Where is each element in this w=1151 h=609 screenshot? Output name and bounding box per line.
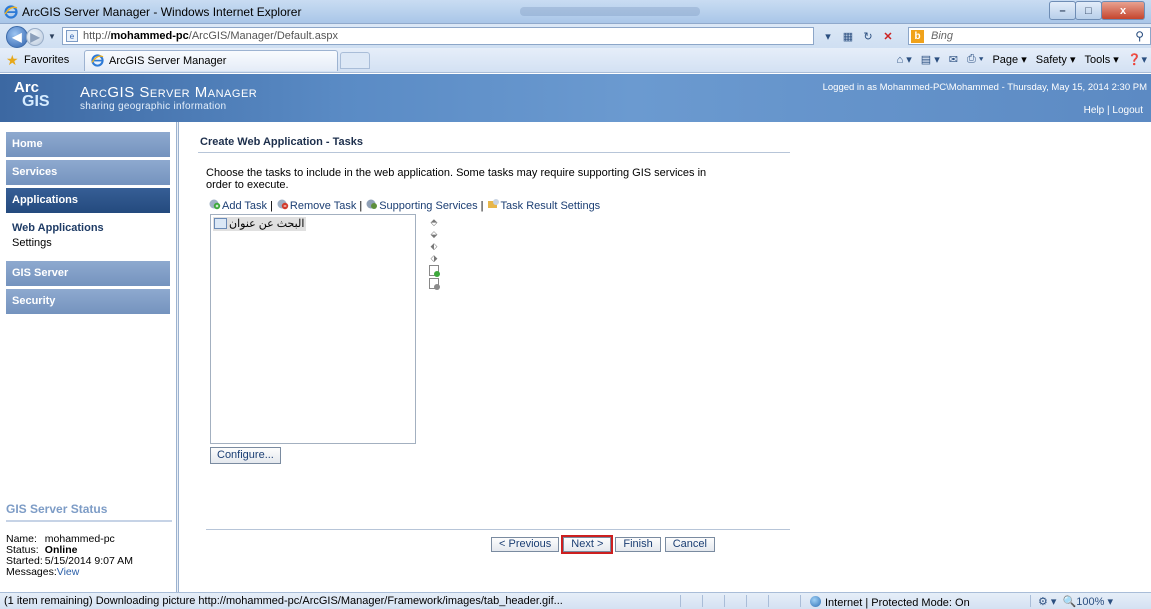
app-tagline: sharing geographic information: [80, 101, 227, 112]
remove-document-icon[interactable]: [429, 278, 440, 290]
help-link[interactable]: Help: [1084, 105, 1105, 116]
cancel-button[interactable]: Cancel: [664, 537, 715, 552]
favorites-star-icon[interactable]: ★: [6, 52, 19, 69]
page-description: Choose the tasks to include in the web a…: [206, 167, 707, 191]
print-icon[interactable]: ⎙ ▾: [967, 53, 983, 66]
globe-icon: [810, 596, 821, 607]
tab-arcgis-server-manager[interactable]: ArcGIS Server Manager: [84, 50, 338, 71]
dropdown-arrow-icon[interactable]: ▾: [820, 28, 836, 44]
nav-security[interactable]: Security: [6, 289, 170, 314]
feeds-icon[interactable]: ▤ ▾: [921, 53, 940, 66]
task-toolbar: Add Task | Remove Task | Supporting Services…: [208, 197, 600, 212]
search-box[interactable]: b Bing ⚲: [908, 27, 1151, 45]
nav-home[interactable]: Home: [6, 132, 170, 157]
internet-explorer-icon: [4, 5, 18, 19]
task-result-settings-link[interactable]: Task Result Settings: [501, 200, 601, 212]
status-heading: GIS Server Status: [6, 502, 108, 516]
task-icon: [214, 218, 227, 229]
blurred-title-region: [520, 7, 700, 16]
applications-subnav: Web Applications Settings: [6, 216, 170, 255]
add-task-icon: [209, 199, 221, 210]
logout-link[interactable]: Logout: [1112, 105, 1143, 116]
subnav-web-applications[interactable]: Web Applications: [12, 222, 164, 234]
internet-explorer-icon: [91, 54, 104, 67]
app-title: ArcGIS Server Manager: [80, 84, 258, 101]
move-down-icon[interactable]: ⬖: [429, 241, 439, 251]
security-zone[interactable]: Internet | Protected Mode: On: [810, 595, 970, 609]
page-menu[interactable]: Page ▾: [992, 53, 1026, 66]
task-label: البحث عن عنوان: [229, 218, 305, 230]
arcgis-logo: Arc GIS: [14, 79, 50, 110]
nav-gis-server[interactable]: GIS Server: [6, 261, 170, 286]
list-order-controls: ⬘ ⬙ ⬖ ⬗: [429, 217, 441, 290]
zoom-control[interactable]: ⚙ ▾ 🔍100% ▾: [1038, 595, 1113, 608]
task-result-settings-icon: [487, 199, 499, 208]
subnav-settings[interactable]: Settings: [12, 237, 164, 249]
refresh-icon[interactable]: ↻: [860, 28, 876, 44]
footer-divider: [206, 529, 790, 531]
stop-icon[interactable]: ✕: [880, 28, 896, 44]
move-up-icon[interactable]: ⬙: [429, 229, 439, 239]
tab-label: ArcGIS Server Manager: [109, 55, 227, 67]
minimize-button[interactable]: –: [1049, 1, 1076, 20]
task-list[interactable]: البحث عن عنوان: [210, 214, 416, 444]
close-window-button[interactable]: x: [1101, 1, 1145, 20]
forward-button[interactable]: ▶: [26, 28, 44, 46]
bing-icon: b: [911, 30, 924, 43]
nav-divider: [176, 122, 179, 592]
compatibility-view-icon[interactable]: ▦: [840, 28, 856, 44]
back-button[interactable]: ◀: [6, 26, 28, 48]
search-icon[interactable]: ⚲: [1135, 29, 1144, 43]
window-controls: – □ x: [1049, 1, 1145, 20]
add-task-link[interactable]: Add Task: [222, 200, 267, 212]
previous-button[interactable]: < Previous: [491, 537, 560, 552]
tools-menu[interactable]: Tools ▾: [1085, 53, 1119, 66]
favorites-button[interactable]: Favorites: [24, 54, 69, 66]
app-banner: Arc GIS ArcGIS Server Manager sharing ge…: [0, 74, 1151, 122]
page-icon: e: [66, 30, 78, 42]
status-table: Name: mohammed-pc Status: Online Started…: [6, 534, 135, 578]
move-bottom-icon[interactable]: ⬗: [429, 253, 439, 263]
wizard-buttons: < Previous Next > Finish Cancel: [491, 535, 715, 554]
remove-task-icon: [277, 199, 289, 210]
messages-view-link[interactable]: View: [57, 566, 80, 578]
main-content: Create Web Application - Tasks Choose th…: [186, 122, 1146, 592]
move-top-icon[interactable]: ⬘: [429, 217, 439, 227]
home-icon[interactable]: ⌂ ▾: [897, 53, 912, 66]
header-links: Help | Logout: [1083, 105, 1143, 116]
mail-icon[interactable]: ✉: [949, 53, 958, 66]
next-button[interactable]: Next >: [561, 535, 614, 554]
left-navigation: Home Services Applications Web Applicati…: [0, 122, 179, 592]
add-document-icon[interactable]: [429, 265, 440, 277]
window-titlebar: ArcGIS Server Manager - Windows Internet…: [0, 0, 1151, 24]
remove-task-link[interactable]: Remove Task: [290, 200, 356, 212]
new-tab-button[interactable]: [340, 52, 370, 69]
gis-server-status: GIS Server Status Name: mohammed-pc Stat…: [6, 502, 172, 578]
title-divider: [198, 152, 790, 153]
messages-label: Messages:: [6, 566, 57, 578]
supporting-services-link[interactable]: Supporting Services: [379, 200, 477, 212]
url-text[interactable]: http://mohammed-pc/ArcGIS/Manager/Defaul…: [83, 30, 338, 42]
address-tools: ▾ ▦ ↻ ✕: [820, 28, 896, 44]
status-message: (1 item remaining) Downloading picture h…: [4, 595, 563, 607]
login-info: Logged in as Mohammed-PC\Mohammed - Thur…: [822, 82, 1147, 93]
list-item[interactable]: البحث عن عنوان: [213, 217, 307, 231]
history-dropdown-icon[interactable]: ▼: [48, 32, 56, 41]
nav-services[interactable]: Services: [6, 160, 170, 185]
nav-applications[interactable]: Applications: [6, 188, 170, 213]
address-bar[interactable]: e http://mohammed-pc/ArcGIS/Manager/Defa…: [62, 27, 814, 45]
maximize-button[interactable]: □: [1075, 1, 1102, 20]
safety-menu[interactable]: Safety ▾: [1036, 53, 1076, 66]
browser-status-bar: (1 item remaining) Downloading picture h…: [0, 592, 1151, 609]
help-icon[interactable]: ❓▾: [1128, 53, 1147, 66]
supporting-services-icon: [366, 199, 378, 209]
page-title: Create Web Application - Tasks: [200, 136, 364, 148]
configure-button[interactable]: Configure...: [210, 447, 281, 464]
window-title: ArcGIS Server Manager - Windows Internet…: [22, 5, 302, 19]
favorites-bar: ★ Favorites ArcGIS Server Manager ⌂ ▾ ▤ …: [0, 48, 1151, 73]
command-bar: ⌂ ▾ ▤ ▾ ✉ ⎙ ▾ Page ▾ Safety ▾ Tools ▾ ❓▾: [897, 53, 1147, 66]
search-input[interactable]: Bing: [931, 30, 953, 42]
address-row: ◀ ▶ ▼ e http://mohammed-pc/ArcGIS/Manage…: [0, 24, 1151, 48]
finish-button[interactable]: Finish: [615, 537, 661, 552]
